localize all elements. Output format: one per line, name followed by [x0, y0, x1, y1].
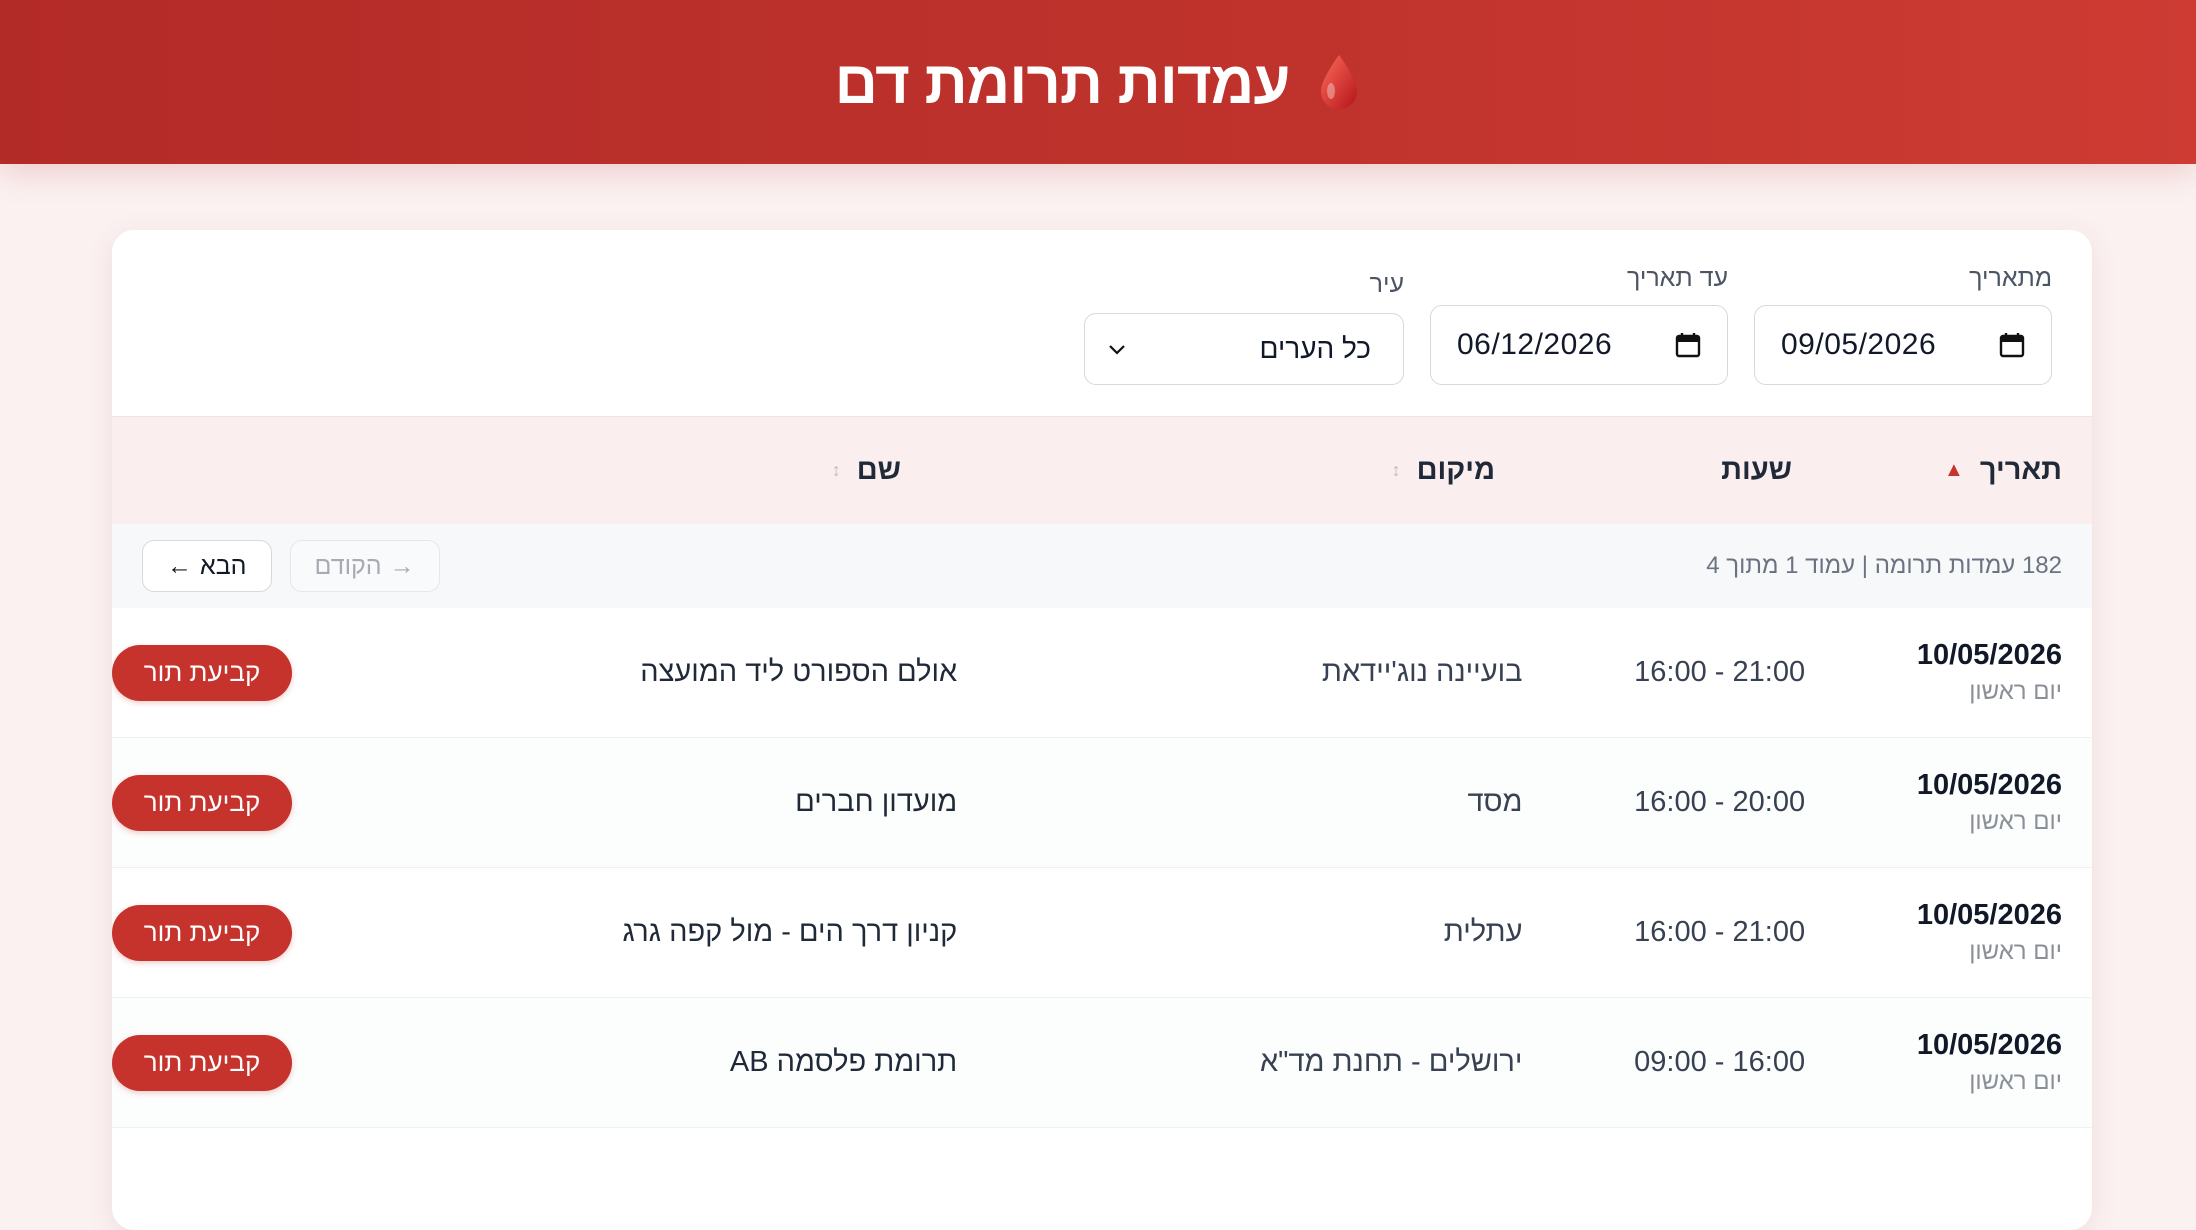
sort-icon: ↕ [1391, 460, 1401, 480]
day-value: יום ראשון [1969, 808, 2062, 835]
action-cell: קביעת תור [112, 1034, 392, 1091]
chevron-down-icon [1109, 345, 1125, 355]
location-cell: ירושלים - תחנת מד"א [1259, 1046, 1523, 1078]
date-cell: 10/05/2026 יום ראשון [1805, 639, 2092, 706]
day-value: יום ראשון [1969, 938, 2062, 965]
book-appointment-button[interactable]: קביעת תור [112, 904, 292, 961]
date-value: 10/05/2026 [1916, 769, 2062, 801]
column-header-name-label: שם [856, 454, 901, 486]
city-filter: עיר כל הערים [1084, 264, 1404, 385]
next-page-button[interactable]: הבא ← [142, 540, 272, 592]
book-appointment-button[interactable]: קביעת תור [112, 644, 292, 701]
pagination-info: 182 עמדות תרומה | עמוד 1 מתוך 4 [1706, 552, 2062, 579]
city-label: עיר [1369, 270, 1404, 298]
table-row: 10/05/2026 יום ראשון 16:00 - 21:00 בועיי… [112, 608, 2092, 738]
column-header-hours-label: שעות [1721, 454, 1792, 486]
location-cell: עתלית [1443, 916, 1523, 948]
prev-page-label: הקודם [314, 551, 382, 580]
hours-cell: 16:00 - 21:00 [1634, 916, 1806, 948]
city-select-value: כל הערים [1259, 333, 1371, 364]
next-page-label: הבא [200, 551, 247, 580]
name-cell: קניון דרך הים - מול קפה גרג [622, 916, 958, 948]
column-header-location-label: מיקום [1416, 454, 1495, 486]
to-date-input[interactable]: 06/12/2026 [1430, 305, 1728, 385]
date-value: 10/05/2026 [1916, 639, 2062, 671]
to-date-value: 06/12/2026 [1457, 328, 1613, 361]
date-value: 10/05/2026 [1916, 899, 2062, 931]
calendar-icon[interactable] [1675, 332, 1701, 358]
date-value: 10/05/2026 [1916, 1029, 2062, 1061]
table-row: 10/05/2026 יום ראשון 09:00 - 16:00 ירושל… [112, 998, 2092, 1128]
sort-icon: ↕ [831, 460, 841, 480]
pagination-bar: 182 עמדות תרומה | עמוד 1 מתוך 4 → הקודם … [112, 524, 2092, 608]
book-appointment-button[interactable]: קביעת תור [112, 774, 292, 831]
table-row: 10/05/2026 יום ראשון 16:00 - 20:00 מסד מ… [112, 738, 2092, 868]
column-header-date-label: תאריך [1979, 454, 2062, 486]
action-cell: קביעת תור [112, 774, 392, 831]
column-header-date[interactable]: תאריך ▲ [1792, 454, 2092, 487]
name-cell: אולם הספורט ליד המועצה [640, 656, 958, 688]
action-cell: קביעת תור [112, 904, 392, 961]
hours-cell: 16:00 - 20:00 [1634, 786, 1806, 818]
table-body: 10/05/2026 יום ראשון 16:00 - 21:00 בועיי… [112, 608, 2092, 1128]
to-date-label: עד תאריך [1626, 264, 1728, 292]
column-header-location[interactable]: מיקום ↕ [901, 454, 1495, 487]
column-header-name[interactable]: שם ↕ [307, 454, 901, 487]
header-inner: עמדות תרומת דם [835, 48, 1362, 117]
app-header: עמדות תרומת דם [0, 0, 2196, 164]
prev-page-button[interactable]: → הקודם [289, 540, 440, 592]
column-header-hours: שעות [1495, 454, 1792, 487]
page-title: עמדות תרומת דם [834, 48, 1291, 116]
to-date-filter: עד תאריך 06/12/2026 [1430, 264, 1728, 385]
table-header: תאריך ▲ שעות מיקום ↕ שם ↕ [112, 416, 2092, 524]
day-value: יום ראשון [1969, 678, 2062, 705]
table-row: 10/05/2026 יום ראשון 16:00 - 21:00 עתלית… [112, 868, 2092, 998]
arrow-left-icon: ← [167, 551, 192, 580]
pagination-buttons: → הקודם הבא ← [142, 540, 440, 592]
date-cell: 10/05/2026 יום ראשון [1805, 769, 2092, 836]
from-date-filter: מתאריך 09/05/2026 [1754, 264, 2052, 385]
name-cell: מועדון חברים [795, 786, 958, 818]
from-date-label: מתאריך [1969, 264, 2052, 292]
from-date-value: 09/05/2026 [1781, 328, 1937, 361]
date-cell: 10/05/2026 יום ראשון [1805, 1029, 2092, 1096]
filters-bar: מתאריך 09/05/2026 עד תאריך 06/12/2026 עי… [112, 230, 2092, 416]
city-select[interactable]: כל הערים [1084, 313, 1404, 385]
blood-drop-icon [1321, 55, 1358, 109]
action-cell: קביעת תור [112, 644, 392, 701]
from-date-input[interactable]: 09/05/2026 [1754, 305, 2052, 385]
location-cell: מסד [1467, 786, 1523, 818]
arrow-right-icon: → [389, 551, 415, 580]
hours-cell: 09:00 - 16:00 [1634, 1046, 1806, 1078]
date-cell: 10/05/2026 יום ראשון [1805, 899, 2092, 966]
sort-ascending-icon: ▲ [1944, 459, 1964, 481]
name-cell: תרומת פלסמה AB [729, 1046, 958, 1078]
book-appointment-button[interactable]: קביעת תור [112, 1034, 292, 1091]
location-cell: בועיינה נוג'יידאת [1321, 656, 1523, 688]
calendar-icon[interactable] [1999, 332, 2025, 358]
day-value: יום ראשון [1969, 1068, 2062, 1095]
hours-cell: 16:00 - 21:00 [1634, 656, 1806, 688]
main-card: מתאריך 09/05/2026 עד תאריך 06/12/2026 עי… [112, 230, 2092, 1230]
